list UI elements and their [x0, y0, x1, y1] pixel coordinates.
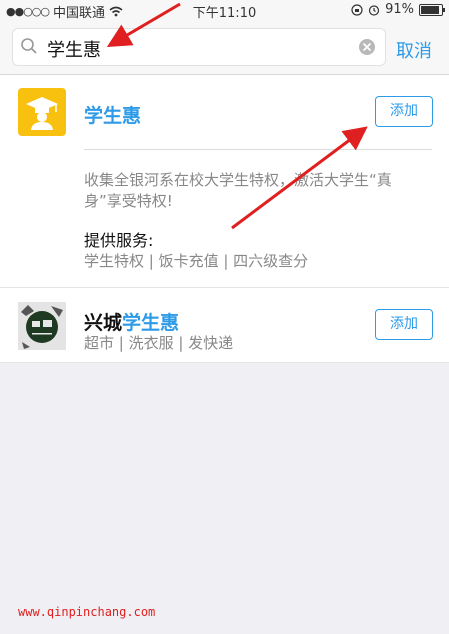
services-list: 学生特权 | 饭卡充值 | 四六级查分 [84, 252, 309, 270]
status-right: 91% [351, 2, 445, 17]
app-name-highlight: 学生惠 [122, 312, 180, 334]
clear-icon[interactable] [358, 38, 376, 56]
orientation-lock-icon [351, 3, 363, 16]
app-tags: 超市 | 洗衣服 | 发快递 [84, 334, 234, 352]
battery-fill [421, 5, 439, 14]
battery-percent: 91% [385, 2, 414, 17]
add-button[interactable]: 添加 [375, 96, 433, 127]
status-bar: ●●○○○ 中国联通 下午11:10 91% [0, 0, 449, 21]
search-header: 学生惠 取消 [0, 20, 449, 75]
graduate-cap-icon [18, 88, 66, 136]
result-card-xueshenghui[interactable]: 学生惠 添加 收集全银河系在校大学生特权，激活大学生“真身”享受特权! 提供服务… [0, 75, 449, 288]
app-name-prefix: 兴城 [84, 312, 123, 334]
app-logo-icon [18, 302, 66, 350]
cancel-button[interactable]: 取消 [396, 37, 432, 63]
search-icon [21, 38, 37, 54]
result-card-xingcheng-xueshenghui[interactable]: 兴城学生惠 超市 | 洗衣服 | 发快递 添加 [0, 288, 449, 363]
services-label: 提供服务: [84, 231, 154, 250]
alarm-icon [368, 4, 380, 16]
search-query: 学生惠 [47, 40, 101, 61]
battery-icon [419, 3, 445, 16]
add-button[interactable]: 添加 [375, 309, 433, 340]
divider [84, 149, 432, 150]
app-name: 学生惠 [84, 105, 142, 127]
search-input[interactable]: 学生惠 [12, 28, 386, 66]
app-description: 收集全银河系在校大学生特权，激活大学生“真身”享受特权! [84, 171, 392, 210]
watermark: www.qinpinchang.com [18, 605, 156, 619]
app-name: 兴城学生惠 [84, 308, 179, 335]
